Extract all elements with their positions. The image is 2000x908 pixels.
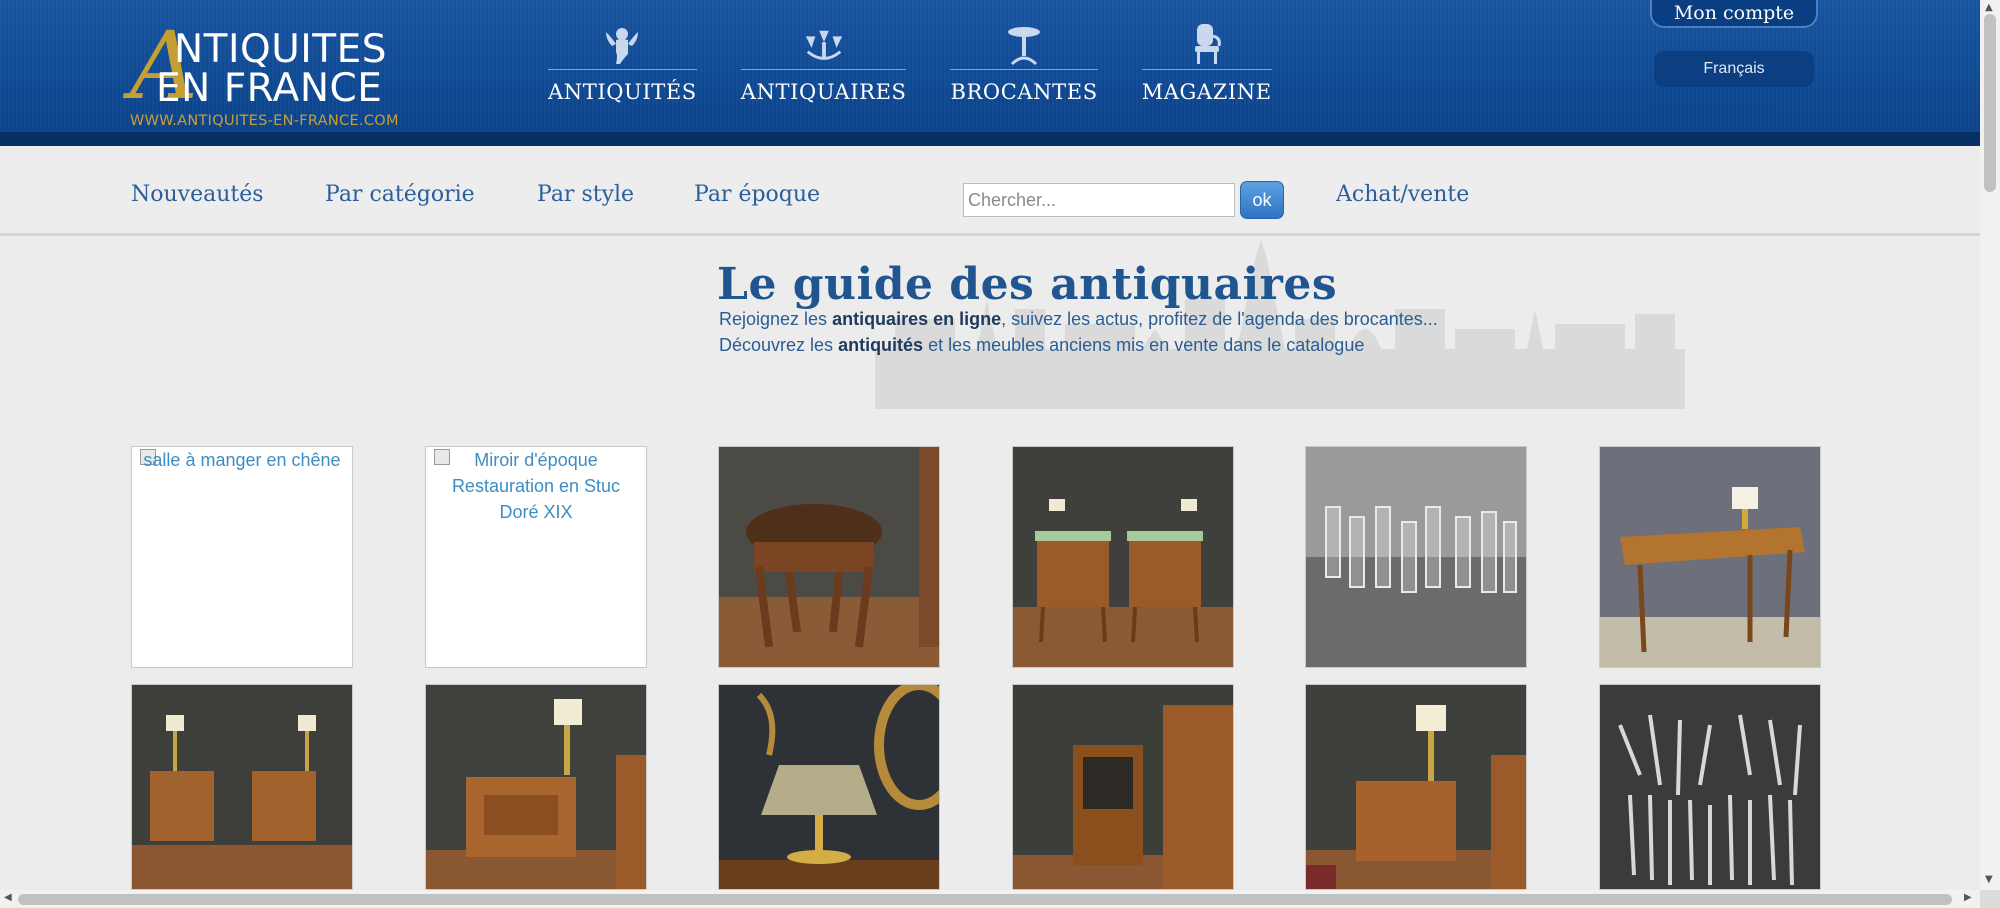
- vertical-scrollbar[interactable]: ▲ ▼: [1980, 0, 2000, 890]
- nav-label: ANTIQUITÉS: [548, 80, 697, 104]
- intro-line-1: Rejoignez les antiquaires en ligne, suiv…: [719, 309, 1438, 330]
- horizontal-scrollbar[interactable]: ◀ ▶: [0, 890, 1980, 908]
- product-thumbnail[interactable]: [718, 446, 940, 668]
- nav-label: MAGAZINE: [1141, 80, 1272, 104]
- product-thumbnail[interactable]: Miroir d'époque Restauration en Stuc Dor…: [425, 446, 647, 668]
- main-content: Le guide des antiquaires Rejoignez les a…: [0, 239, 1980, 890]
- nav-divider: [548, 69, 697, 70]
- glasses-photo: [1306, 447, 1526, 667]
- logo-line1: NTIQUITES: [174, 27, 387, 72]
- product-thumbnail[interactable]: [1599, 446, 1821, 668]
- intro-line-2: Découvrez les antiquités et les meubles …: [719, 335, 1364, 356]
- subnav-par-style[interactable]: Par style: [537, 182, 634, 207]
- sub-nav: Nouveautés Par catégorie Par style Par é…: [0, 160, 1980, 236]
- cherub-icon: [600, 22, 644, 66]
- product-thumbnail[interactable]: [1012, 684, 1234, 890]
- nightstands-photo: [1013, 447, 1233, 667]
- product-thumbnail[interactable]: [1305, 446, 1527, 668]
- scroll-down-icon[interactable]: ▼: [1985, 874, 1993, 885]
- nav-divider: [740, 69, 907, 70]
- stool-photo: [719, 447, 939, 667]
- site-header: A NTIQUITES EN FRANCE WWW.ANTIQUITES-EN-…: [0, 0, 1980, 146]
- product-thumbnail[interactable]: [1305, 684, 1527, 890]
- drawer-table-photo: [1306, 685, 1526, 889]
- nav-divider: [1141, 69, 1272, 70]
- intro-line1-pre: Rejoignez les: [719, 309, 833, 329]
- search-ok-button[interactable]: ok: [1240, 181, 1284, 219]
- table-icon: [1002, 22, 1046, 66]
- product-thumbnail[interactable]: [718, 684, 940, 890]
- horizontal-scroll-thumb[interactable]: [18, 894, 1952, 905]
- product-thumbnail[interactable]: [131, 684, 353, 890]
- intro-line2-post: et les meubles anciens mis en vente dans…: [923, 335, 1365, 355]
- silverware-photo: [1600, 685, 1820, 889]
- logo-url: WWW.ANTIQUITES-EN-FRANCE.COM: [130, 113, 399, 129]
- marquetry-table-photo: [426, 685, 646, 889]
- nav-antiquaires[interactable]: ANTIQUAIRES: [740, 22, 907, 104]
- page-title: Le guide des antiquaires: [717, 259, 1338, 310]
- nav-label: ANTIQUAIRES: [740, 80, 907, 104]
- site-logo[interactable]: A NTIQUITES EN FRANCE WWW.ANTIQUITES-EN-…: [130, 20, 440, 131]
- logo-line2: EN FRANCE: [156, 66, 383, 111]
- scroll-up-icon[interactable]: ▲: [1985, 2, 1993, 13]
- scrollbar-corner: [1980, 890, 2000, 908]
- chair-icon: [1185, 22, 1229, 66]
- product-thumbnail[interactable]: salle à manger en chêne: [131, 446, 353, 668]
- intro-line1-post: , suivez les actus, profitez de l'agenda…: [1001, 309, 1438, 329]
- subnav-par-epoque[interactable]: Par époque: [694, 182, 820, 207]
- scroll-right-icon[interactable]: ▶: [1964, 892, 1972, 903]
- header-stripe: [0, 132, 1980, 146]
- intro-link-antiquites[interactable]: antiquités: [838, 335, 923, 355]
- subnav-achat-vente[interactable]: Achat/vente: [1336, 182, 1469, 207]
- pair-tables-photo: [132, 685, 352, 889]
- intro-link-antiquaires[interactable]: antiquaires en ligne: [832, 309, 1001, 329]
- nav-label: BROCANTES: [950, 80, 1098, 104]
- search-input[interactable]: [963, 183, 1235, 217]
- intro-line2-pre: Découvrez les: [719, 335, 839, 355]
- image-alt-text: salle à manger en chêne: [143, 450, 341, 470]
- image-alt-text: Miroir d'époque Restauration en Stuc Dor…: [451, 450, 621, 522]
- nav-magazine[interactable]: MAGAZINE: [1141, 22, 1272, 104]
- subnav-par-categorie[interactable]: Par catégorie: [325, 182, 475, 207]
- product-thumbnail[interactable]: [425, 684, 647, 890]
- language-selector[interactable]: Français: [1654, 51, 1814, 87]
- subnav-nouveautes[interactable]: Nouveautés: [131, 182, 264, 207]
- product-thumbnail[interactable]: [1012, 446, 1234, 668]
- vertical-scroll-thumb[interactable]: [1984, 14, 1996, 192]
- nav-brocantes[interactable]: BROCANTES: [950, 22, 1098, 104]
- my-account-button[interactable]: Mon compte: [1650, 0, 1818, 28]
- bouillotte-lamp-photo: [719, 685, 939, 889]
- product-thumbnail[interactable]: [1599, 684, 1821, 890]
- main-nav: ANTIQUITÉS ANTIQUAIRES BROCANTES MAGAZIN…: [548, 22, 1316, 104]
- desk-photo: [1600, 447, 1820, 667]
- stand-photo: [1013, 685, 1233, 889]
- nav-antiquites[interactable]: ANTIQUITÉS: [548, 22, 697, 104]
- nav-divider: [950, 69, 1098, 70]
- chandelier-icon: [802, 22, 846, 66]
- scroll-left-icon[interactable]: ◀: [4, 892, 12, 903]
